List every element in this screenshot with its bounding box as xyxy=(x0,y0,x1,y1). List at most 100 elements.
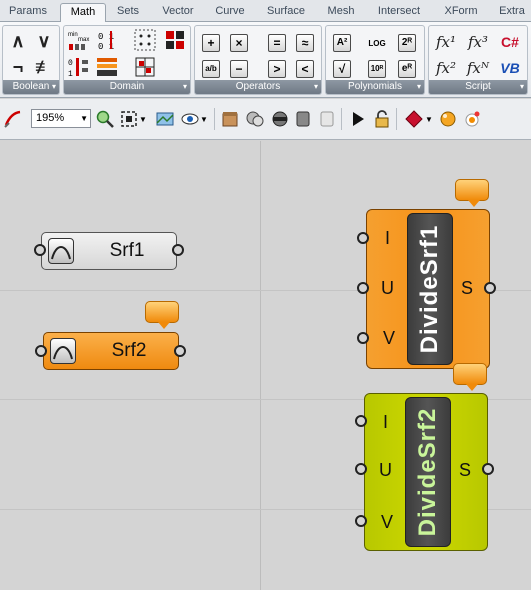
subtraction-icon[interactable]: − xyxy=(228,58,250,80)
warning-bubble-icon[interactable] xyxy=(145,301,179,329)
grasshopper-canvas[interactable]: Srf1 Srf2 DivideSrf1 I U V S DivideSrf2 … xyxy=(0,141,531,590)
multiplication-glyph: × xyxy=(230,34,248,52)
output-grip-s[interactable] xyxy=(482,463,494,475)
addition-icon[interactable]: + xyxy=(200,32,222,54)
param-srf2-label: Srf2 xyxy=(111,340,147,361)
input-grip-u[interactable] xyxy=(355,463,367,475)
deconstruct-domain-icon[interactable]: 0 10 1 xyxy=(96,29,118,51)
input-grip[interactable] xyxy=(34,244,46,256)
addition-glyph: + xyxy=(202,34,220,52)
output-grip-s[interactable] xyxy=(484,282,496,294)
logarithm-icon[interactable]: LOG xyxy=(366,32,388,54)
square-root-icon[interactable]: √ xyxy=(331,58,353,80)
expression-f3-icon[interactable]: fx³ xyxy=(465,31,491,53)
named-views-icon[interactable] xyxy=(155,109,175,129)
tab-xform[interactable]: XForm xyxy=(438,3,484,22)
preview-options-chevron-icon[interactable]: ▼ xyxy=(198,109,210,129)
svg-text:min: min xyxy=(68,32,78,38)
input-grip-v[interactable] xyxy=(355,515,367,527)
component-dividesrf2[interactable]: DivideSrf2 I U V S xyxy=(364,393,488,551)
input-port-i[interactable]: I xyxy=(383,412,388,433)
not-icon[interactable]: ¬ xyxy=(7,56,29,78)
bake-icon[interactable] xyxy=(404,109,424,129)
bake-options-chevron-icon[interactable]: ▼ xyxy=(423,109,435,129)
canvas-toolbar: 195% ▼ ▼ ▼ ▼ xyxy=(0,99,531,140)
input-grip-i[interactable] xyxy=(357,232,369,244)
or-icon[interactable]: ∨ xyxy=(33,30,55,52)
not-equal-icon[interactable]: ≢ xyxy=(33,56,55,78)
input-grip[interactable] xyxy=(35,345,47,357)
input-port-v[interactable]: V xyxy=(381,512,393,533)
and-icon[interactable]: ∧ xyxy=(7,30,29,52)
tab-vector[interactable]: Vector xyxy=(155,3,201,22)
vb-script-icon[interactable]: VB xyxy=(499,57,521,79)
panel-label-script[interactable]: Script ▾ xyxy=(429,80,527,94)
preview-off-icon[interactable] xyxy=(270,109,290,129)
power-of-2-icon[interactable]: 2ᴿ xyxy=(396,32,418,54)
input-grip-i[interactable] xyxy=(355,415,367,427)
equality-glyph: = xyxy=(268,34,286,52)
warning-bubble-icon[interactable] xyxy=(455,179,489,207)
division-icon[interactable]: a/b xyxy=(200,58,222,80)
larger-than-icon[interactable]: > xyxy=(266,58,288,80)
smaller-than-icon[interactable]: < xyxy=(294,58,316,80)
expression-fn-glyph: fxᴺ xyxy=(466,59,490,77)
input-grip-u[interactable] xyxy=(357,282,369,294)
power-of-10-icon[interactable]: 10ᴿ xyxy=(366,58,388,80)
divide-domain-icon[interactable] xyxy=(134,56,156,78)
remap-icon[interactable] xyxy=(96,56,118,78)
play-icon[interactable] xyxy=(348,109,368,129)
expression-f2-icon[interactable]: fx² xyxy=(433,57,459,79)
output-grip[interactable] xyxy=(174,345,186,357)
output-port-s[interactable]: S xyxy=(461,278,473,299)
sphere-material-icon[interactable] xyxy=(438,109,458,129)
tab-params[interactable]: Params xyxy=(3,3,53,22)
power-of-e-icon[interactable]: eᴿ xyxy=(396,58,418,80)
output-port-s[interactable]: S xyxy=(459,460,471,481)
disable-icon[interactable] xyxy=(293,109,313,129)
input-port-i[interactable]: I xyxy=(385,228,390,249)
tab-intersect[interactable]: Intersect xyxy=(372,3,426,22)
cluster-icon[interactable] xyxy=(245,109,265,129)
domain-grid-icon[interactable] xyxy=(134,29,156,51)
lock-solver-icon[interactable] xyxy=(372,109,392,129)
group-icon[interactable] xyxy=(220,109,240,129)
param-srf1[interactable]: Srf1 xyxy=(41,232,177,270)
panel-label-boolean[interactable]: Boolean ▾ xyxy=(3,80,59,94)
zoom-dropdown[interactable]: 195% ▼ xyxy=(31,109,91,128)
input-grip-v[interactable] xyxy=(357,332,369,344)
tab-math[interactable]: Math xyxy=(60,3,106,23)
multiplication-icon[interactable]: × xyxy=(228,32,250,54)
param-srf2[interactable]: Srf2 xyxy=(43,332,179,370)
expression-f1-icon[interactable]: fx¹ xyxy=(433,31,459,53)
csharp-script-icon[interactable]: C# xyxy=(499,31,521,53)
zoom-options-chevron-icon[interactable]: ▼ xyxy=(137,109,149,129)
tab-curve[interactable]: Curve xyxy=(210,3,250,22)
tab-sets[interactable]: Sets xyxy=(112,3,144,22)
panel-label-polynomials[interactable]: Polynomials ▾ xyxy=(326,80,424,94)
construct-domain-icon[interactable]: min max xyxy=(68,29,90,51)
preview-eye-icon[interactable] xyxy=(180,109,200,129)
sketch-icon[interactable] xyxy=(3,109,23,129)
similarity-icon[interactable]: ≈ xyxy=(294,32,316,54)
zoom-selected-icon[interactable] xyxy=(119,109,139,129)
input-port-u[interactable]: U xyxy=(381,278,394,299)
bounds-icon[interactable]: 01 xyxy=(68,56,90,78)
input-port-u[interactable]: U xyxy=(379,460,392,481)
enable-icon[interactable] xyxy=(317,109,337,129)
output-grip[interactable] xyxy=(172,244,184,256)
panel-label-domain[interactable]: Domain ▾ xyxy=(64,80,190,94)
domain-squares-icon[interactable] xyxy=(164,29,186,51)
panel-label-operators[interactable]: Operators ▾ xyxy=(195,80,321,94)
tab-surface[interactable]: Surface xyxy=(262,3,310,22)
tab-mesh[interactable]: Mesh xyxy=(322,3,360,22)
warning-bubble-icon[interactable] xyxy=(453,363,487,391)
square-icon[interactable]: A² xyxy=(331,32,353,54)
sunburst-icon[interactable] xyxy=(462,109,482,129)
component-dividesrf1[interactable]: DivideSrf1 I U V S xyxy=(366,209,490,369)
expression-fn-icon[interactable]: fxᴺ xyxy=(465,57,491,79)
tab-extra[interactable]: Extra xyxy=(494,3,530,22)
input-port-v[interactable]: V xyxy=(383,328,395,349)
zoom-extents-icon[interactable] xyxy=(95,109,115,129)
equality-icon[interactable]: = xyxy=(266,32,288,54)
